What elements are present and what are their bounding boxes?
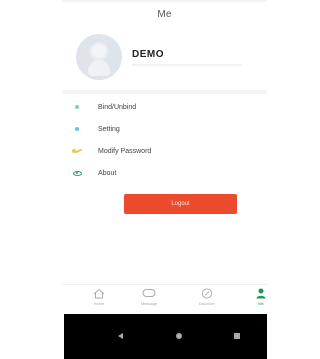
tab-me[interactable]: Me bbox=[238, 288, 284, 306]
menu-item-about[interactable]: About bbox=[70, 162, 260, 184]
menu-item-bind-unbind[interactable]: Bind/Unbind bbox=[70, 96, 260, 118]
tab-home[interactable]: Home bbox=[76, 288, 122, 306]
setting-dot-icon bbox=[70, 127, 84, 131]
profile-name: DEMO bbox=[132, 49, 164, 60]
home-circle-icon[interactable] bbox=[176, 333, 182, 339]
menu-item-label: Setting bbox=[98, 125, 120, 133]
person-icon bbox=[256, 288, 266, 299]
message-icon bbox=[142, 289, 156, 297]
section-divider bbox=[62, 90, 267, 94]
page-title: Me bbox=[157, 8, 172, 20]
avatar-body-shape bbox=[88, 60, 110, 76]
key-icon bbox=[70, 148, 84, 154]
system-nav-bar bbox=[64, 314, 267, 359]
menu-item-setting[interactable]: Setting bbox=[70, 118, 260, 140]
avatar[interactable] bbox=[76, 34, 122, 80]
tab-label: Me bbox=[258, 301, 264, 306]
back-triangle-icon[interactable] bbox=[118, 333, 123, 339]
tab-discover[interactable]: Discover bbox=[184, 288, 230, 306]
tab-label: Home bbox=[93, 301, 105, 306]
page-header: Me bbox=[62, 0, 267, 28]
eye-icon bbox=[70, 170, 84, 176]
menu-item-modify-password[interactable]: Modify Password bbox=[70, 140, 260, 162]
tab-label: Discover bbox=[199, 301, 215, 306]
settings-menu: Bind/Unbind Setting Modify Password Abou… bbox=[70, 96, 260, 184]
avatar-head-shape bbox=[92, 44, 106, 58]
logout-button[interactable]: Logout bbox=[124, 194, 237, 214]
compass-icon bbox=[201, 288, 213, 299]
tab-message[interactable]: Message bbox=[126, 288, 172, 306]
menu-item-label: About bbox=[98, 169, 117, 177]
profile-underline bbox=[132, 64, 242, 66]
menu-item-label: Bind/Unbind bbox=[98, 103, 137, 111]
left-blank-area bbox=[0, 0, 62, 359]
menu-item-label: Modify Password bbox=[98, 147, 152, 155]
tab-label: Message bbox=[140, 301, 158, 306]
home-icon bbox=[93, 288, 105, 299]
bottom-tab-bar: Home Message Discover Me bbox=[62, 284, 267, 312]
recent-apps-square-icon[interactable] bbox=[234, 333, 240, 339]
bind-dot-icon bbox=[70, 105, 84, 109]
profile-card[interactable]: DEMO bbox=[70, 30, 267, 84]
